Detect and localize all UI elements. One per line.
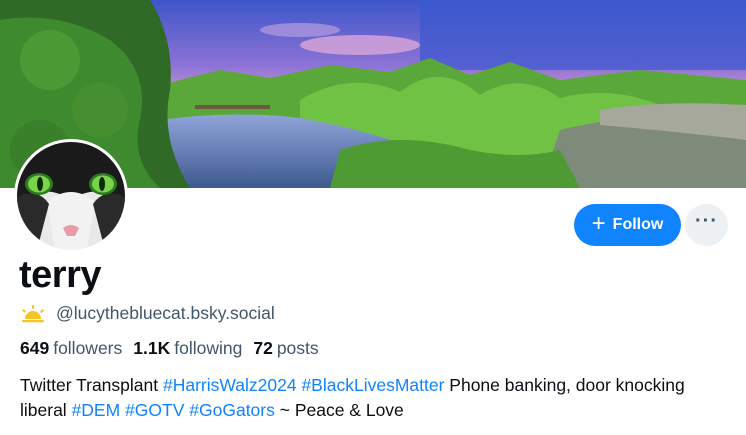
sunrise-icon (22, 304, 44, 322)
following-stat[interactable]: 1.1K following (133, 338, 242, 359)
hashtag-link[interactable]: #DEM (72, 400, 121, 420)
profile-handle[interactable]: @lucythebluecat.bsky.social (56, 303, 275, 324)
avatar[interactable] (14, 139, 128, 253)
followers-label: followers (53, 338, 123, 358)
following-label: following (174, 338, 243, 358)
display-name: terry (19, 254, 102, 296)
bio-text: Twitter Transplant (20, 375, 163, 395)
cat-avatar-image (17, 142, 125, 250)
posts-stat: 72 posts (253, 338, 318, 359)
hashtag-link[interactable]: #HarrisWalz2024 (163, 375, 297, 395)
profile-stats: 649 followers 1.1K following 72 posts (20, 338, 319, 359)
ellipsis-icon: ··· (695, 210, 718, 232)
hashtag-link[interactable]: #GOTV (125, 400, 184, 420)
handle-row: @lucythebluecat.bsky.social (20, 303, 275, 324)
profile-bio: Twitter Transplant #HarrisWalz2024 #Blac… (20, 373, 720, 423)
plus-icon: + (591, 210, 606, 237)
posts-label: posts (276, 338, 319, 358)
followers-count: 649 (20, 338, 50, 358)
follow-button[interactable]: + Follow (574, 204, 681, 246)
bio-text: ~ Peace & Love (274, 400, 404, 420)
hashtag-link[interactable]: #GoGators (189, 400, 275, 420)
followers-stat[interactable]: 649 followers (20, 338, 122, 359)
following-count: 1.1K (133, 338, 171, 358)
posts-count: 72 (253, 338, 273, 358)
follow-button-label: Follow (612, 216, 664, 233)
hashtag-link[interactable]: #BlackLivesMatter (301, 375, 444, 395)
more-options-button[interactable]: ··· (685, 204, 728, 246)
